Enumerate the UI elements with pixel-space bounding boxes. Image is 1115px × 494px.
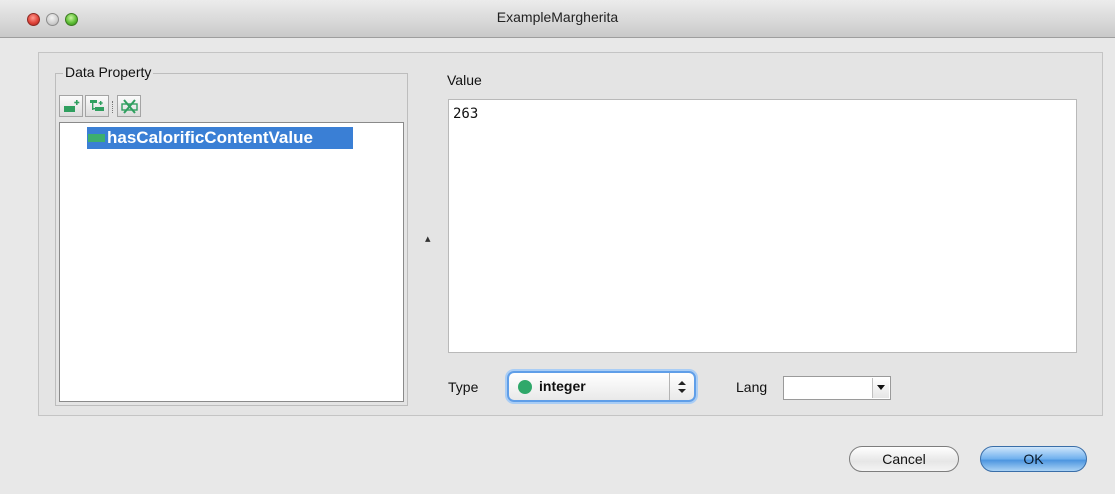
data-property-icon bbox=[88, 134, 105, 142]
split-pane-divider-handle[interactable]: ▴ bbox=[425, 232, 431, 245]
value-textarea[interactable]: 263 bbox=[448, 99, 1077, 353]
title-bar[interactable]: ExampleMargherita bbox=[0, 0, 1115, 38]
window-title: ExampleMargherita bbox=[496, 9, 619, 25]
delete-property-button[interactable] bbox=[117, 95, 141, 117]
lang-label: Lang bbox=[736, 379, 768, 395]
type-label: Type bbox=[448, 379, 479, 395]
chevron-down-icon[interactable] bbox=[872, 378, 889, 398]
data-property-group-label: Data Property bbox=[63, 64, 154, 80]
tree-item-hascalorificcontentvalue[interactable]: hasCalorificContentValue bbox=[87, 127, 353, 149]
main-panel: Data Property hasCalorificContentValue ▴… bbox=[38, 52, 1103, 416]
lang-select[interactable] bbox=[783, 376, 891, 400]
delete-icon bbox=[121, 99, 138, 114]
data-property-tree[interactable]: hasCalorificContentValue bbox=[59, 122, 404, 402]
data-property-group: Data Property hasCalorificContentValue bbox=[55, 64, 408, 406]
type-select-value: integer bbox=[539, 378, 586, 394]
add-property-icon bbox=[64, 100, 80, 112]
tree-item-label: hasCalorificContentValue bbox=[107, 128, 313, 147]
type-select[interactable]: integer bbox=[507, 371, 696, 402]
value-label: Value bbox=[447, 72, 482, 88]
ok-button[interactable]: OK bbox=[980, 446, 1087, 472]
add-property-button[interactable] bbox=[59, 95, 83, 117]
datatype-dot-icon bbox=[518, 380, 532, 394]
up-down-arrows-icon bbox=[669, 373, 694, 400]
add-subproperty-button[interactable] bbox=[85, 95, 109, 117]
toolbar-separator bbox=[112, 101, 114, 113]
cancel-button[interactable]: Cancel bbox=[849, 446, 959, 472]
add-subproperty-icon bbox=[90, 100, 104, 111]
dialog-window: ExampleMargherita Data Property hasCalor… bbox=[0, 0, 1115, 494]
